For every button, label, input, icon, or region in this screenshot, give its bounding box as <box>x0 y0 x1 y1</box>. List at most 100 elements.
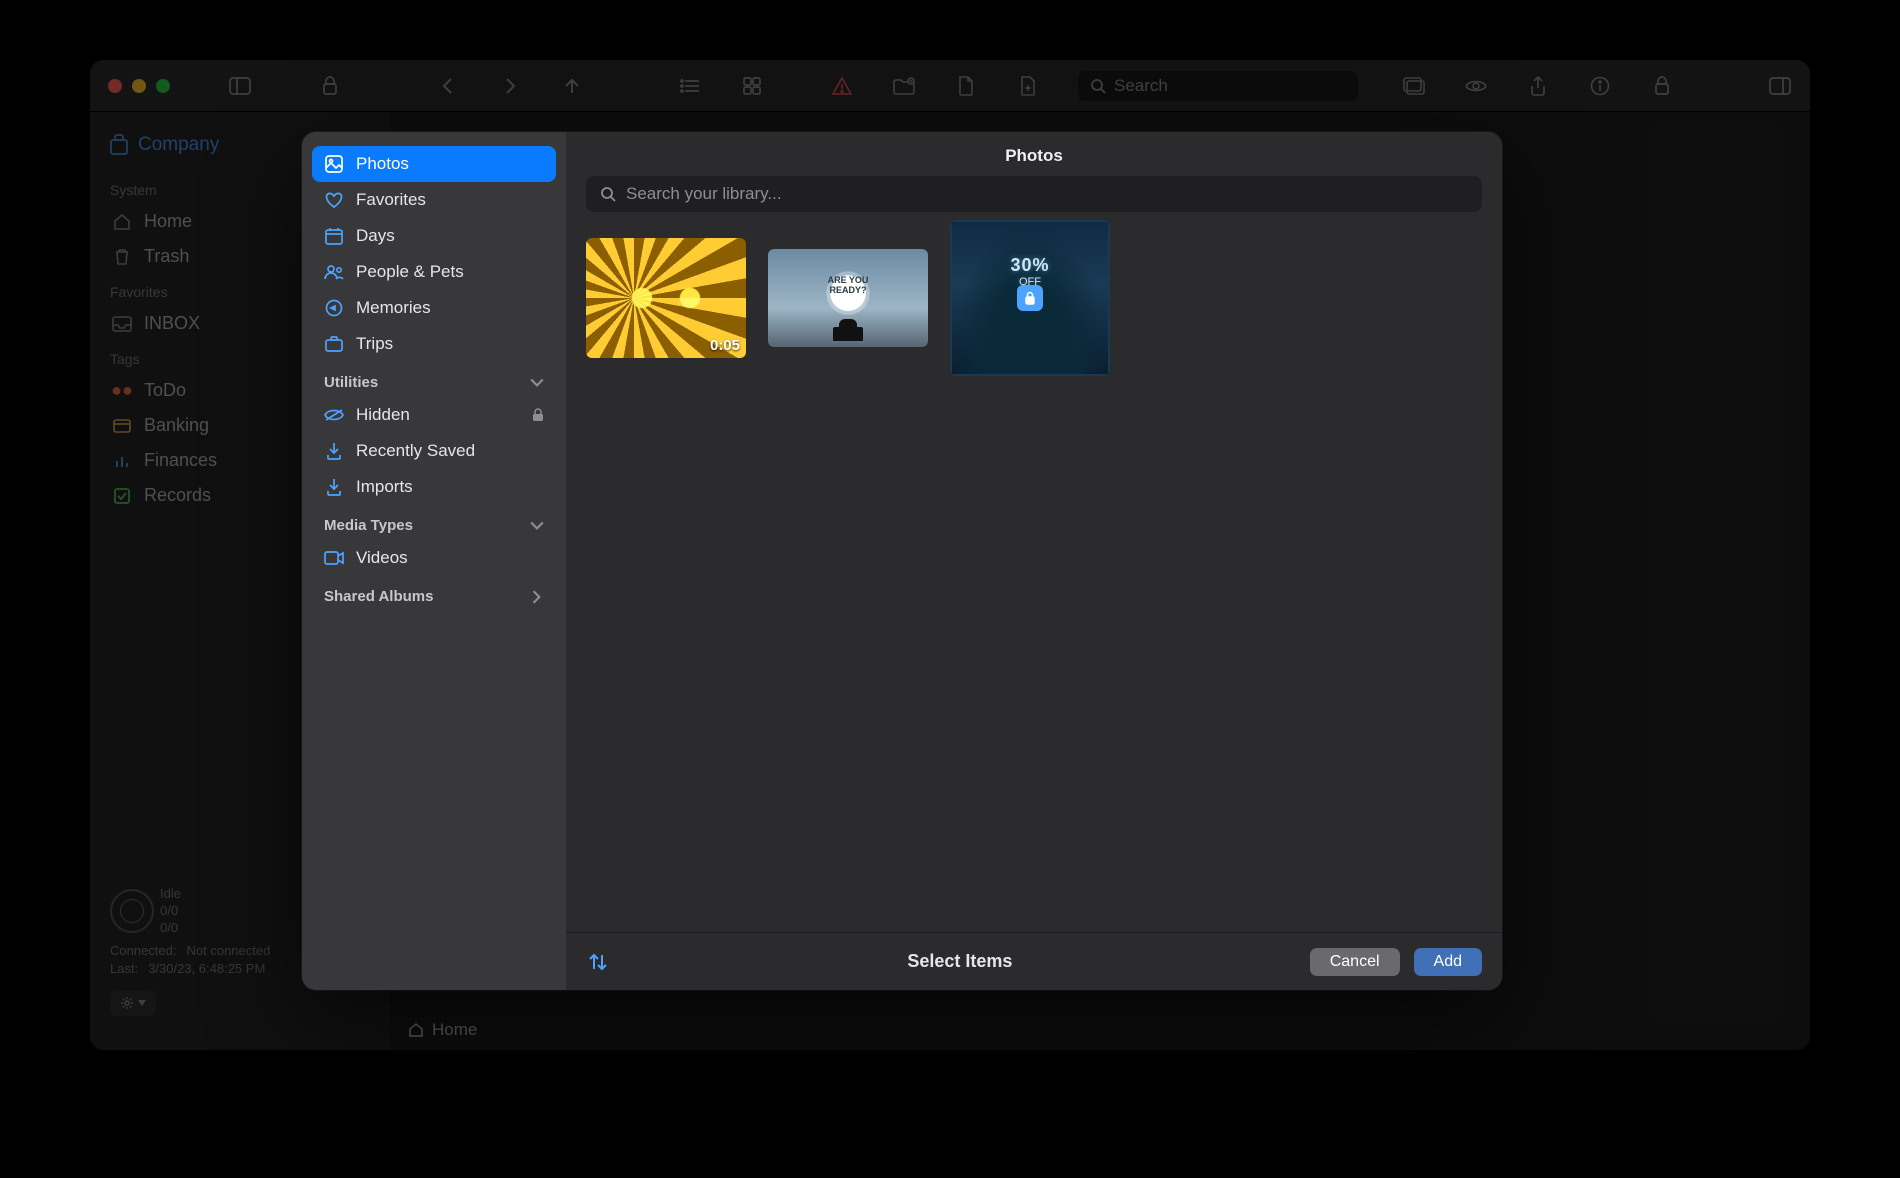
gallery-icon[interactable] <box>1402 74 1426 98</box>
lock-icon[interactable] <box>318 74 342 98</box>
sidebar-item-imports[interactable]: Imports <box>312 469 556 505</box>
media-types-header[interactable]: Media Types <box>312 505 556 540</box>
connected-value: Not connected <box>187 943 271 958</box>
picker-main: Photos 0:05 ARE YOU READY? 30% OFF <box>566 132 1502 990</box>
warning-icon[interactable] <box>830 74 854 98</box>
forward-icon[interactable] <box>498 74 522 98</box>
photo-thumbnail[interactable]: 30% OFF <box>950 220 1110 376</box>
add-button[interactable]: Add <box>1414 948 1482 976</box>
home-icon <box>112 212 132 232</box>
sb-label: Photos <box>356 154 409 174</box>
bg-search-field[interactable]: Search <box>1078 71 1358 101</box>
photos-grid: 0:05 ARE YOU READY? 30% OFF <box>566 228 1502 932</box>
chevron-down-icon <box>530 376 544 390</box>
sb-label: Banking <box>144 415 209 436</box>
sort-button[interactable] <box>586 950 610 974</box>
sort-icon <box>588 952 608 972</box>
chevron-right-icon <box>530 590 544 604</box>
utilities-header[interactable]: Utilities <box>312 362 556 397</box>
sidebar-item-trips[interactable]: Trips <box>312 326 556 362</box>
utilities-label: Utilities <box>324 374 378 391</box>
minimize-window-button[interactable] <box>132 79 146 93</box>
shared-albums-header[interactable]: Shared Albums <box>312 576 556 611</box>
gear-icon <box>120 996 134 1010</box>
last-label: Last: <box>110 961 138 976</box>
sidebar-item-hidden[interactable]: Hidden <box>312 397 556 433</box>
inbox-icon <box>112 314 132 334</box>
sb-label: ToDo <box>144 380 186 401</box>
lock-icon <box>1017 285 1043 311</box>
settings-menu-button[interactable] <box>110 990 156 1016</box>
last-value: 3/30/23, 6:48:25 PM <box>148 961 265 976</box>
sb-label: Hidden <box>356 405 410 425</box>
status-dial-icon <box>110 889 154 933</box>
sidebar-item-days[interactable]: Days <box>312 218 556 254</box>
sidebar-item-favorites[interactable]: Favorites <box>312 182 556 218</box>
tag-icon: ●● <box>112 381 132 401</box>
lock-icon-2[interactable] <box>1650 74 1674 98</box>
picker-search-input[interactable] <box>626 184 1468 204</box>
zoom-window-button[interactable] <box>156 79 170 93</box>
sb-label: Records <box>144 485 211 506</box>
cancel-button[interactable]: Cancel <box>1310 948 1400 976</box>
photo-thumbnail[interactable]: ARE YOU READY? <box>768 249 928 347</box>
hidden-icon <box>324 405 344 425</box>
photos-picker-modal: Photos Favorites Days People & Pets Memo… <box>302 132 1502 990</box>
sidebar-item-people-pets[interactable]: People & Pets <box>312 254 556 290</box>
footer-title: Select Items <box>624 951 1296 972</box>
thumb-overlay-text: 30% <box>1010 255 1049 275</box>
tag-icon <box>112 451 132 471</box>
sidebar-item-photos[interactable]: Photos <box>312 146 556 182</box>
download-icon <box>324 441 344 461</box>
photo-thumbnail[interactable]: 0:05 <box>586 238 746 358</box>
suitcase-icon <box>324 334 344 354</box>
company-label: Company <box>138 134 219 156</box>
sb-label: Memories <box>356 298 431 318</box>
new-doc-icon[interactable] <box>954 74 978 98</box>
sidebar-item-recently-saved[interactable]: Recently Saved <box>312 433 556 469</box>
info-icon[interactable] <box>1588 74 1612 98</box>
panel-toggle-icon[interactable] <box>1768 74 1792 98</box>
sb-label: People & Pets <box>356 262 464 282</box>
status-ratio2: 0/0 <box>160 920 181 935</box>
sb-label: Trash <box>144 246 189 267</box>
sb-label: INBOX <box>144 313 200 334</box>
eye-icon[interactable] <box>1464 74 1488 98</box>
trash-icon <box>112 247 132 267</box>
media-types-label: Media Types <box>324 517 413 534</box>
sidebar-item-videos[interactable]: Videos <box>312 540 556 576</box>
breadcrumb[interactable]: Home <box>408 1020 477 1040</box>
status-ratio1: 0/0 <box>160 903 181 918</box>
close-window-button[interactable] <box>108 79 122 93</box>
breadcrumb-label: Home <box>432 1020 477 1040</box>
search-icon <box>600 186 616 202</box>
home-icon <box>408 1022 424 1038</box>
sidebar-item-memories[interactable]: Memories <box>312 290 556 326</box>
heart-icon <box>324 190 344 210</box>
picker-search-field[interactable] <box>586 176 1482 212</box>
grid-view-icon[interactable] <box>740 74 764 98</box>
share-icon[interactable] <box>1526 74 1550 98</box>
list-view-icon[interactable] <box>678 74 702 98</box>
import-icon <box>324 477 344 497</box>
window-controls <box>108 79 170 93</box>
video-duration-badge: 0:05 <box>710 337 740 354</box>
people-icon <box>324 262 344 282</box>
new-doc-plus-icon[interactable] <box>1016 74 1040 98</box>
lock-icon <box>532 408 544 422</box>
briefcase-icon <box>110 134 128 156</box>
sb-label: Trips <box>356 334 393 354</box>
sb-label: Videos <box>356 548 408 568</box>
calendar-icon <box>324 226 344 246</box>
sb-label: Home <box>144 211 192 232</box>
sb-label: Days <box>356 226 395 246</box>
new-folder-icon[interactable] <box>892 74 916 98</box>
tag-icon <box>112 486 132 506</box>
chevron-down-icon <box>138 1000 146 1006</box>
tag-icon <box>112 416 132 436</box>
back-icon[interactable] <box>436 74 460 98</box>
thumb-overlay-text: ARE YOU READY? <box>808 276 888 296</box>
picker-footer: Select Items Cancel Add <box>566 932 1502 990</box>
sidebar-toggle-icon[interactable] <box>228 74 252 98</box>
up-icon[interactable] <box>560 74 584 98</box>
